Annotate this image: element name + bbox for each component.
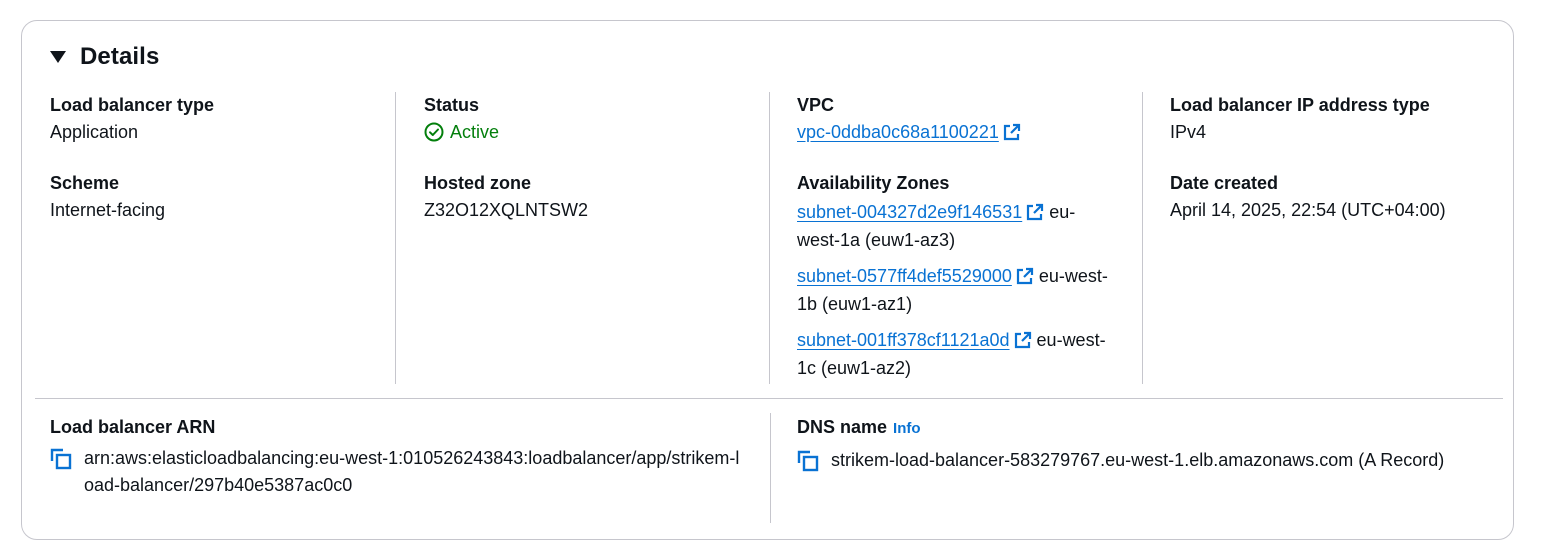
arn-label: Load balancer ARN — [50, 417, 216, 437]
az-item: subnet-004327d2e9f146531 eu-west-1a (euw… — [797, 198, 1117, 254]
dns-value: strikem-load-balancer-583279767.eu-west-… — [831, 450, 1445, 470]
column-divider — [395, 92, 396, 384]
vpc-label: VPC — [797, 95, 835, 115]
hosted-zone-label: Hosted zone — [424, 173, 532, 193]
arn-value: arn:aws:elasticloadbalancing:eu-west-1:0… — [84, 448, 740, 495]
details-toggle[interactable]: Details — [50, 43, 159, 71]
column-divider — [770, 413, 771, 523]
ip-type-label: Load balancer IP address type — [1170, 95, 1430, 115]
column-divider — [769, 92, 770, 384]
column-2: Status Active Hosted zone Z32O12XQLNTSW2 — [424, 93, 769, 385]
details-panel: Details Load balancer type Application S… — [21, 20, 1514, 540]
status-value: Active — [424, 118, 769, 146]
hosted-zone-value: Z32O12XQLNTSW2 — [424, 200, 589, 220]
ip-type-value: IPv4 — [1170, 122, 1207, 142]
check-circle-icon — [424, 122, 444, 142]
subnet-link[interactable]: subnet-004327d2e9f146531 — [797, 202, 1022, 222]
az-item: subnet-0577ff4def5529000 eu-west-1b (euw… — [797, 262, 1117, 318]
info-link[interactable]: Info — [893, 420, 921, 437]
lb-type-label: Load balancer type — [50, 95, 215, 115]
arn-section: Load balancer ARN arn:aws:elasticloadbal… — [50, 415, 750, 499]
external-link-icon[interactable] — [1014, 331, 1032, 349]
vpc-link[interactable]: vpc-0ddba0c68a1100221 — [797, 122, 999, 142]
status-label: Status — [424, 95, 480, 115]
copy-icon[interactable] — [50, 448, 72, 470]
dns-section: DNS name Info strikem-load-balancer-58327… — [797, 415, 1497, 474]
caret-down-icon — [50, 51, 66, 63]
copy-icon[interactable] — [797, 450, 819, 472]
column-1: Load balancer type Application Scheme In… — [50, 93, 395, 385]
subnet-link[interactable]: subnet-0577ff4def5529000 — [797, 266, 1012, 286]
row-divider — [35, 398, 1503, 399]
status-text: Active — [450, 122, 500, 142]
section-title: Details — [80, 43, 160, 70]
external-link-icon[interactable] — [1016, 267, 1034, 285]
lb-type-value: Application — [50, 122, 139, 142]
scheme-label: Scheme — [50, 173, 120, 193]
scheme-value: Internet-facing — [50, 200, 166, 220]
date-created-label: Date created — [1170, 173, 1279, 193]
az-item: subnet-001ff378cf1121a0d eu-west-1c (euw… — [797, 326, 1117, 382]
column-4: Load balancer IP address type IPv4 Date … — [1170, 93, 1515, 385]
external-link-icon[interactable] — [1003, 123, 1021, 141]
az-label: Availability Zones — [797, 173, 950, 193]
column-3: VPC vpc-0ddba0c68a1100221 Availability Z… — [797, 93, 1142, 385]
date-created-value: April 14, 2025, 22:54 (UTC+04:00) — [1170, 200, 1446, 220]
dns-label: DNS name — [797, 417, 888, 437]
external-link-icon[interactable] — [1026, 203, 1044, 221]
subnet-link[interactable]: subnet-001ff378cf1121a0d — [797, 330, 1010, 350]
column-divider — [1142, 92, 1143, 384]
